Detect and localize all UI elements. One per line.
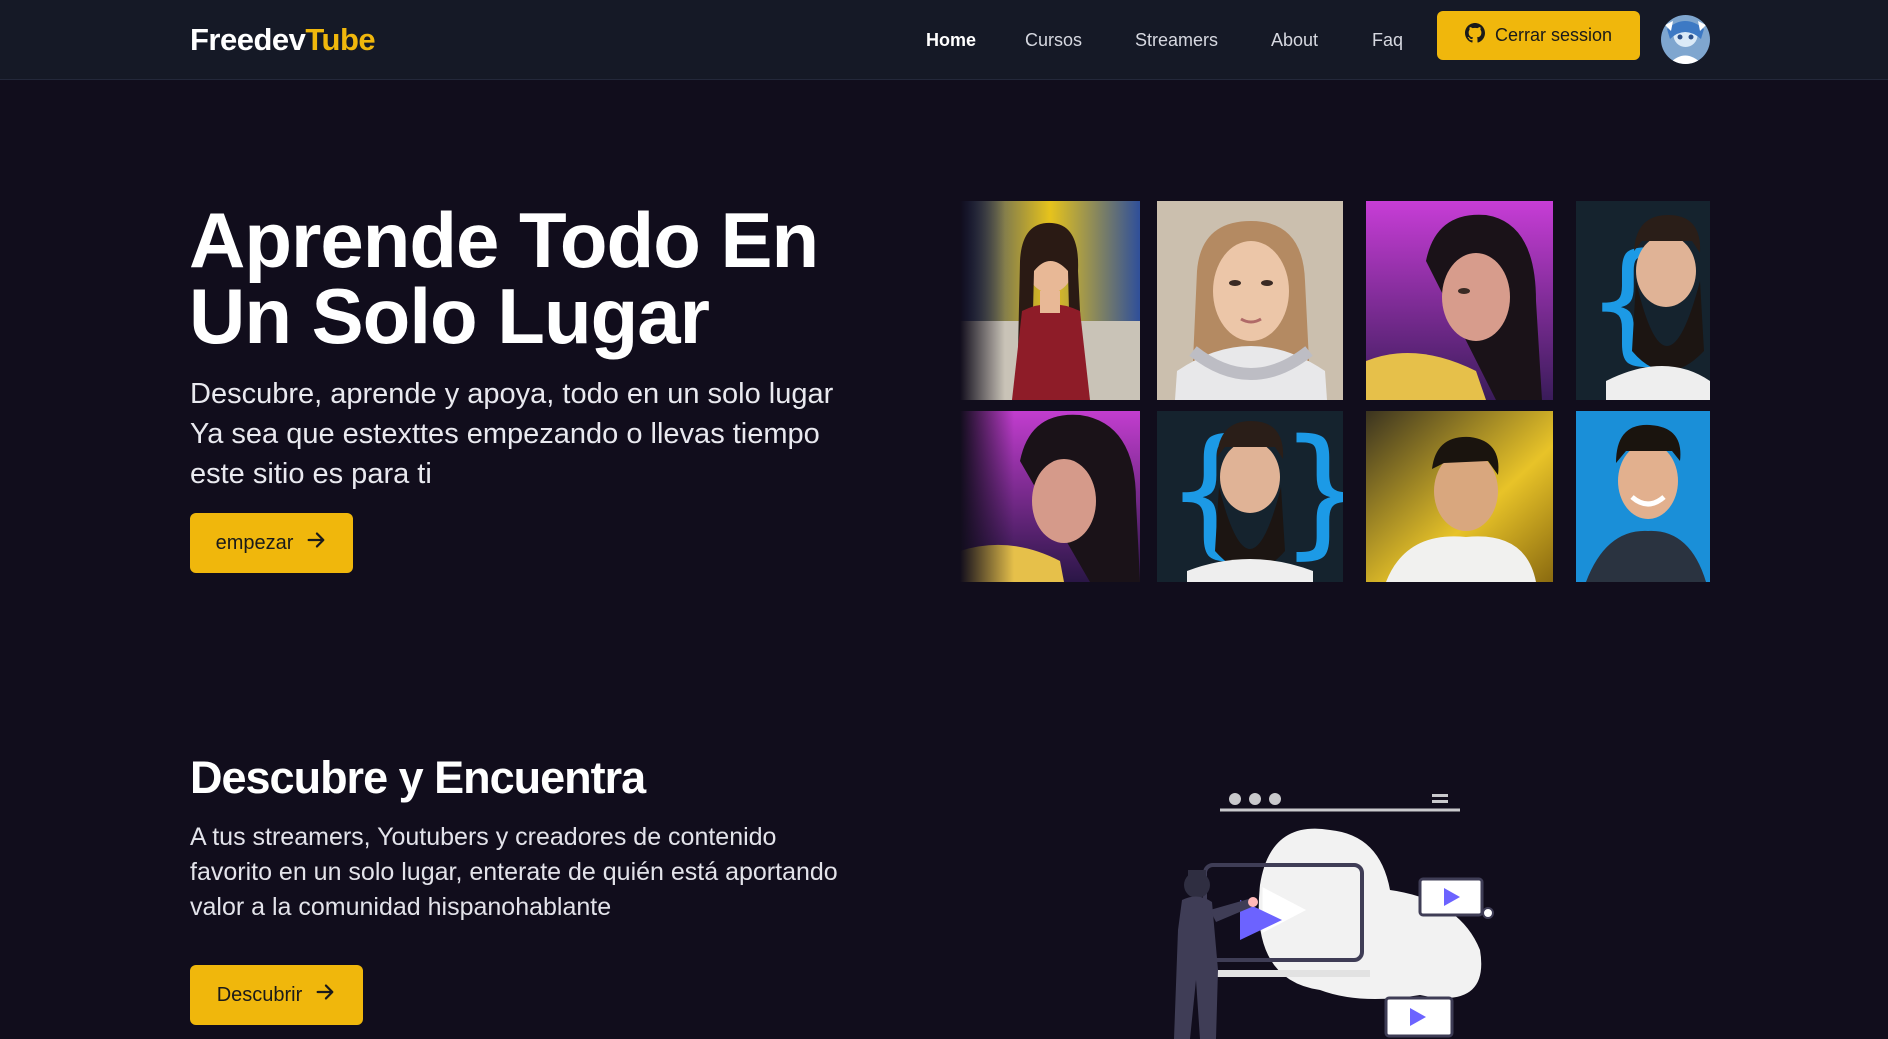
nav-link-home[interactable]: Home <box>926 30 976 51</box>
logout-label: Cerrar session <box>1494 25 1613 45</box>
streamer-photo-2[interactable] <box>1157 201 1343 400</box>
start-button[interactable]: empezar <box>190 513 353 573</box>
start-button-label: empezar <box>215 531 294 554</box>
streamer-photo-3[interactable] <box>1366 201 1553 400</box>
streamers-grid: { { } <box>955 200 1710 585</box>
discover-text-line-1: A tus streamers, Youtubers y creadores d… <box>190 823 777 851</box>
discover-button[interactable]: Descubrir <box>190 965 363 1025</box>
github-icon <box>1464 23 1485 48</box>
nav-link-cursos[interactable]: Cursos <box>1025 30 1082 51</box>
discover-text-line-3: valor a la comunidad hispanohablante <box>190 893 612 921</box>
logout-button[interactable]: Cerrar session <box>1437 11 1640 60</box>
user-avatar[interactable] <box>1661 15 1710 64</box>
nav-link-faq[interactable]: Faq <box>1372 30 1403 51</box>
discover-text-line-2: favorito en un solo lugar, enterate de q… <box>190 858 838 886</box>
nav-link-streamers[interactable]: Streamers <box>1135 30 1218 51</box>
navbar: FreedevTube Home Cursos Streamers About … <box>0 0 1888 80</box>
brand-logo[interactable]: FreedevTube <box>190 22 376 58</box>
hero-title: Aprende Todo En Un Solo Lugar <box>189 196 949 360</box>
nav-link-about[interactable]: About <box>1271 30 1318 51</box>
discover-text: A tus streamers, Youtubers y creadores d… <box>190 820 910 925</box>
brand-part-2: Tube <box>305 22 376 57</box>
hero-title-line-1: Aprende Todo En <box>189 196 819 284</box>
arrow-right-icon <box>305 529 327 557</box>
brand-part-1: Freedev <box>190 22 306 57</box>
streamer-photo-8[interactable] <box>1576 411 1710 582</box>
svg-text:}: } <box>1279 411 1343 573</box>
hero-subtitle-line-3: este sitio es para ti <box>190 458 432 490</box>
hero-title-line-2: Un Solo Lugar <box>189 272 710 360</box>
hero-subtitle-line-2: Ya sea que estexttes empezando o llevas … <box>190 418 820 450</box>
streamer-photo-1[interactable] <box>960 201 1140 400</box>
discover-button-label: Descubrir <box>216 983 303 1006</box>
discover-title: Descubre y Encuentra <box>190 752 646 803</box>
hero-subtitle: Descubre, aprende y apoya, todo en un so… <box>190 374 950 494</box>
streamer-photo-6[interactable]: { } <box>1157 411 1343 582</box>
streamer-photo-7[interactable] <box>1366 411 1553 582</box>
streamer-photo-4[interactable]: { <box>1576 201 1710 400</box>
hero-subtitle-line-1: Descubre, aprende y apoya, todo en un so… <box>190 378 834 410</box>
streamer-photo-5[interactable] <box>960 411 1140 582</box>
arrow-right-icon <box>314 981 336 1009</box>
video-illustration <box>1160 780 1500 1039</box>
